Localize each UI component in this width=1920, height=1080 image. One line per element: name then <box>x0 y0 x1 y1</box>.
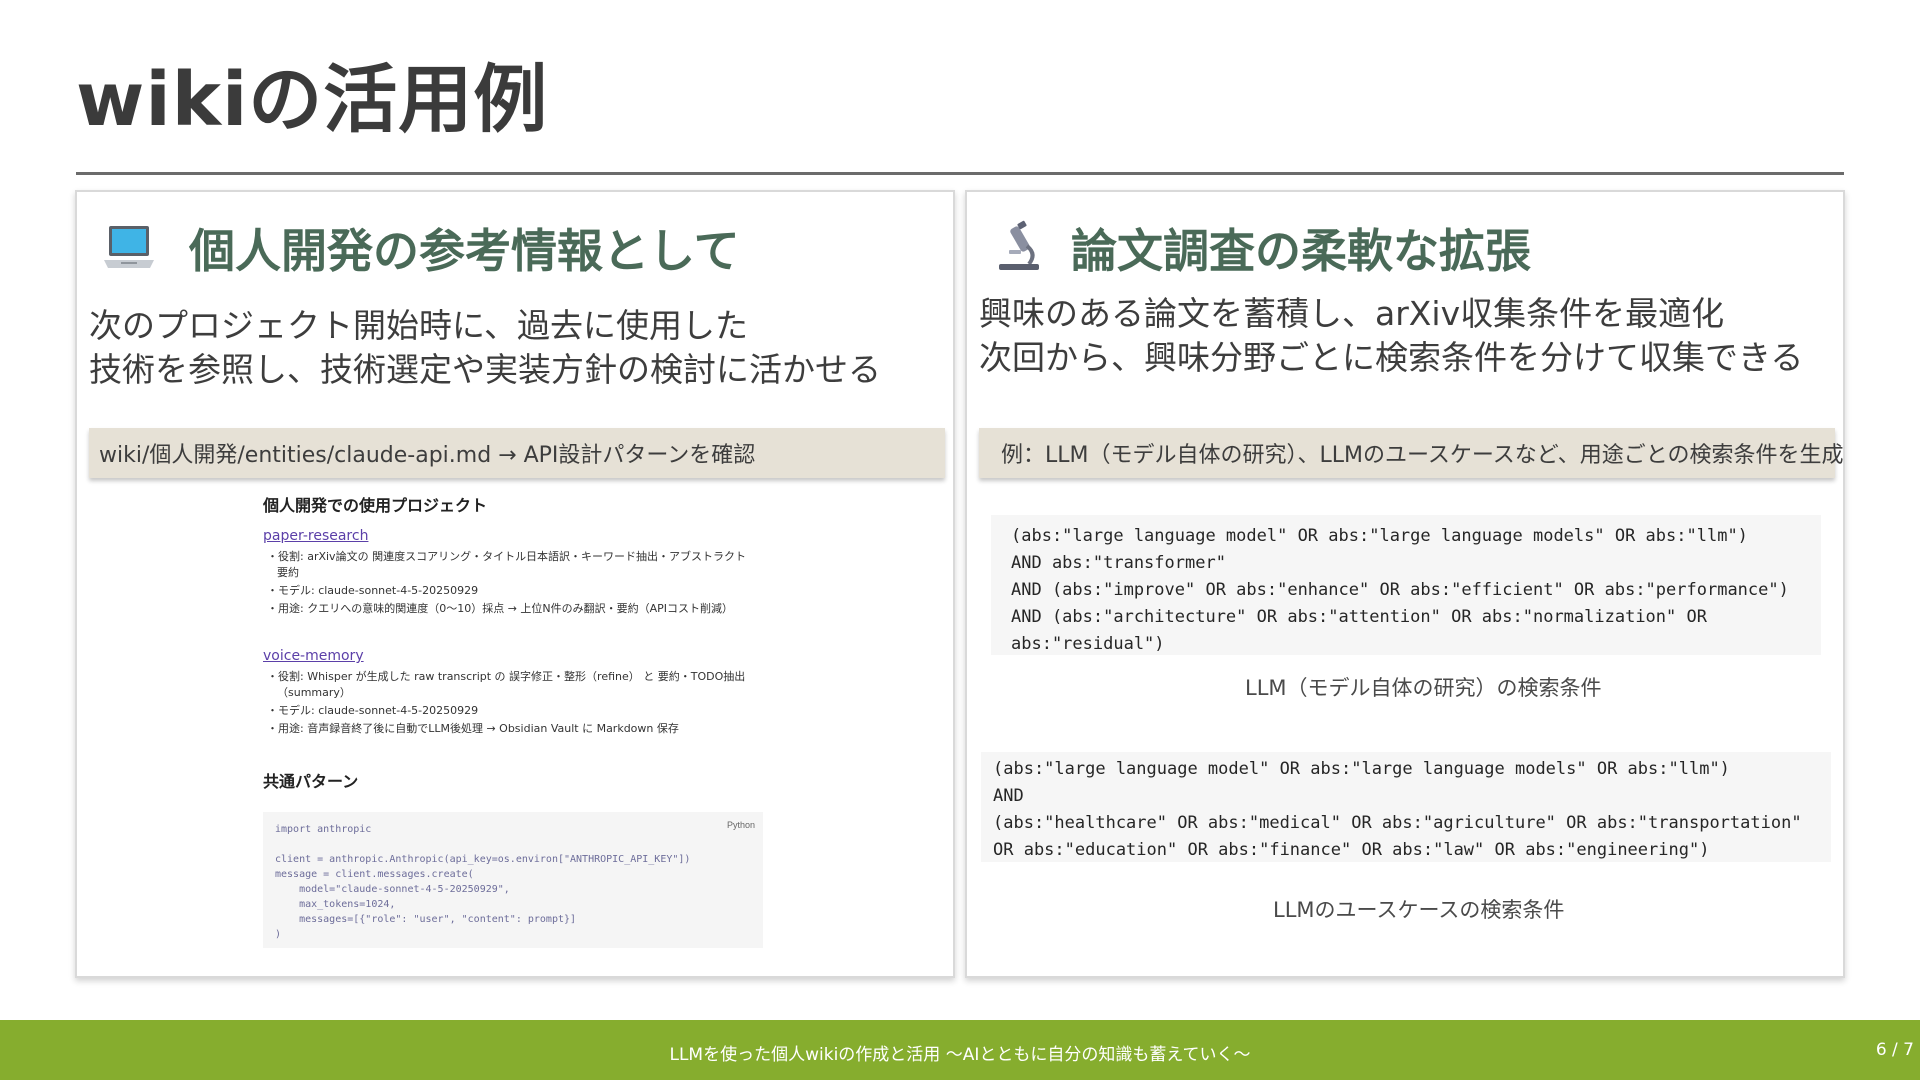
panel-description: 興味のある論文を蓄積し、arXiv収集条件を最適化 次回から、興味分野ごとに検索… <box>979 294 1804 377</box>
personal-dev-panel: 個人開発の参考情報として 次のプロジェクト開始時に、過去に使用した 技術を参照し… <box>75 190 955 978</box>
footer-title: LLMを使った個人wikiの作成と活用 〜AIとともに自分の知識も蓄えていく〜 <box>669 1045 1251 1065</box>
list-item: （summary） <box>277 686 351 699</box>
project-link-voice-memory[interactable]: voice-memory <box>263 648 364 664</box>
list-item: ・モデル: claude-sonnet-4-5-20250929 <box>267 584 479 597</box>
list-item: ・役割: arXiv論文の 関連度スコアリング・タイトル日本語訳・キーワード抽出… <box>267 550 747 563</box>
project-link-paper-research[interactable]: paper-research <box>263 528 368 544</box>
panel-title: 個人開発の参考情報として <box>189 224 740 278</box>
paper-research-panel: 論文調査の柔軟な拡張 興味のある論文を蓄積し、arXiv収集条件を最適化 次回か… <box>965 190 1845 978</box>
query-caption-llm-research: LLM（モデル自体の研究）の検索条件 <box>1245 676 1602 700</box>
list-item: ・用途: 音声録音終了後に自動でLLM後処理 → Obsidian Vault … <box>267 722 679 735</box>
panel-description: 次のプロジェクト開始時に、過去に使用した 技術を参照し、技術選定や実装方針の検討… <box>89 306 881 389</box>
shot-heading: 個人開発での使用プロジェクト <box>263 496 488 515</box>
query-box-llm-usecase: (abs:"large language model" OR abs:"larg… <box>981 752 1831 862</box>
panel-title: 論文調査の柔軟な拡張 <box>1071 224 1531 278</box>
code-language-label: Python <box>726 820 755 830</box>
slide-title: wikiの活用例 <box>76 57 549 143</box>
panel-header: 論文調査の柔軟な拡張 <box>991 208 1531 288</box>
list-item: 要約 <box>277 566 299 579</box>
list-item: ・役割: Whisper が生成した raw transcript の 誤字修正… <box>267 670 746 683</box>
list-item: ・用途: クエリへの意味的関連度（0〜10）採点 → 上位N件のみ翻訳・要約（A… <box>267 602 734 615</box>
wiki-page-screenshot: 個人開発での使用プロジェクト paper-research ・役割: arXiv… <box>257 492 777 972</box>
list-item: ・モデル: claude-sonnet-4-5-20250929 <box>267 704 479 717</box>
common-pattern-heading: 共通パターン <box>263 772 359 791</box>
example-note: 例：LLM（モデル自体の研究）、LLMのユースケースなど、用途ごとの検索条件を生… <box>979 428 1843 478</box>
example-note: wiki/個人開発/entities/claude-api.md → API設計… <box>89 428 945 478</box>
panel-header: 個人開発の参考情報として <box>101 208 740 288</box>
page-indicator: 6 / 7 <box>1875 1040 1914 1060</box>
title-divider <box>76 172 1844 175</box>
query-caption-llm-usecase: LLMのユースケースの検索条件 <box>1273 898 1565 922</box>
slide-footer: LLMを使った個人wikiの作成と活用 〜AIとともに自分の知識も蓄えていく〜 … <box>0 1020 1920 1080</box>
laptop-icon <box>104 226 154 268</box>
query-box-llm-research: (abs:"large language model" OR abs:"larg… <box>991 515 1821 655</box>
code-snippet: Python import anthropic client = anthrop… <box>263 812 763 948</box>
microscope-icon <box>999 220 1039 270</box>
